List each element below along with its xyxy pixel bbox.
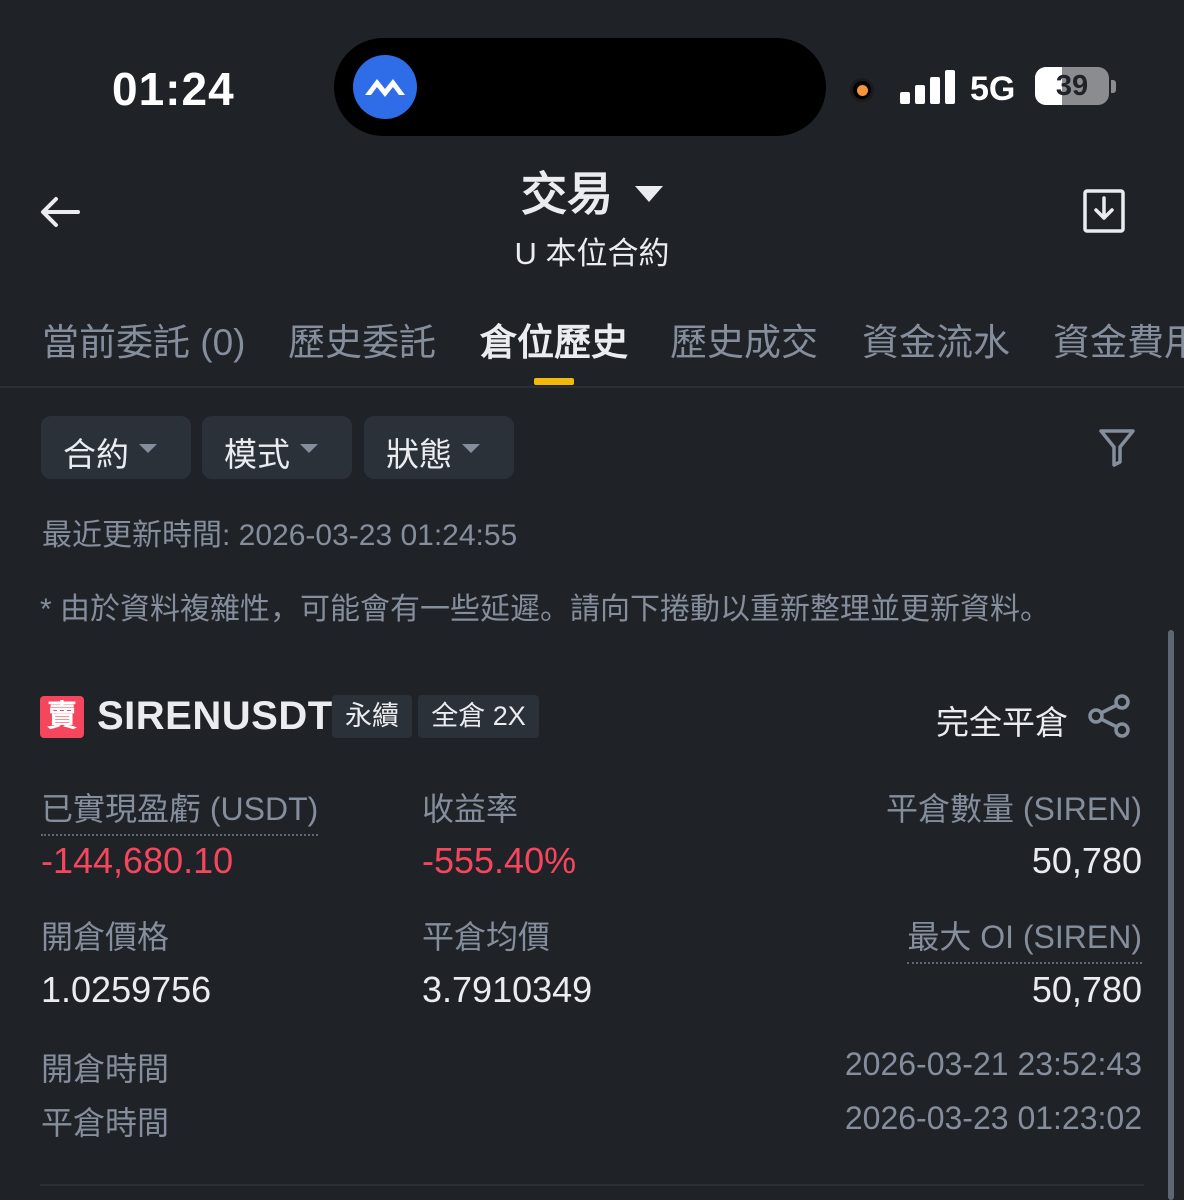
page-title: 交易: [521, 168, 613, 220]
close-time-label: 平倉時間: [41, 1105, 170, 1141]
delay-notice: * 由於資料複雜性，可能會有一些延遲。請向下捲動以重新整理並更新資料。: [40, 593, 1051, 626]
tab-order-history[interactable]: 歷史委託: [288, 312, 436, 366]
entry-price-label: 開倉價格: [41, 919, 170, 955]
tab-open-orders[interactable]: 當前委託 (0): [42, 312, 246, 366]
status-time: 01:24: [112, 63, 235, 115]
max-oi-label[interactable]: 最大 OI (SIREN): [907, 912, 1142, 964]
realized-pnl-value: -144,680.10: [41, 840, 234, 881]
roi-label: 收益率: [422, 791, 519, 827]
open-time-label: 開倉時間: [41, 1051, 170, 1087]
filter-mode-dropdown[interactable]: 模式: [202, 416, 352, 479]
scrollbar[interactable]: [1168, 630, 1174, 1200]
filter-mode-label: 模式: [224, 436, 290, 473]
share-icon[interactable]: [1086, 692, 1134, 740]
filter-contract-dropdown[interactable]: 合約: [41, 416, 191, 479]
tab-position-history[interactable]: 倉位歷史: [480, 312, 628, 366]
chevron-down-icon: [139, 444, 157, 453]
privacy-indicator-icon: [850, 78, 874, 102]
close-qty-label: 平倉數量 (SIREN): [885, 791, 1142, 827]
avg-close-price-value: 3.7910349: [422, 969, 593, 1010]
divider: [0, 386, 1184, 388]
battery-level: 39: [1055, 70, 1089, 102]
active-tab-indicator: [534, 378, 574, 385]
network-type: 5G: [970, 70, 1016, 108]
perpetual-tag: 永續: [332, 695, 412, 738]
realized-pnl-label[interactable]: 已實現盈虧 (USDT): [41, 784, 319, 836]
tab-funding-fee[interactable]: 資金費用: [1053, 312, 1184, 366]
page-subtitle: U 本位合約: [514, 236, 670, 271]
chevron-down-icon: [300, 444, 318, 453]
filter-status-dropdown[interactable]: 狀態: [364, 416, 514, 479]
divider: [40, 1184, 1144, 1186]
max-oi-value: 50,780: [1031, 969, 1142, 1010]
close-time-value: 2026-03-23 01:23:02: [844, 1100, 1142, 1136]
app-badge-icon: [353, 55, 417, 119]
avg-close-price-label: 平倉均價: [422, 919, 551, 955]
entry-price-value: 1.0259756: [41, 969, 212, 1010]
download-icon[interactable]: [1082, 186, 1126, 236]
chevron-down-icon: [462, 444, 480, 453]
margin-mode-tag: 全倉 2X: [418, 695, 539, 738]
roi-value: -555.40%: [422, 840, 577, 881]
page-title-dropdown[interactable]: 交易: [0, 158, 1184, 224]
side-badge: 賣: [40, 696, 84, 738]
cellular-signal-icon: [900, 70, 956, 104]
close-qty-value: 50,780: [1031, 840, 1142, 881]
position-symbol[interactable]: SIRENUSDT: [97, 694, 333, 739]
last-updated-text: 最近更新時間: 2026-03-23 01:24:55: [42, 519, 518, 552]
battery-cap: [1111, 80, 1116, 93]
tab-trade-history[interactable]: 歷史成交: [670, 312, 818, 366]
filter-status-label: 狀態: [386, 436, 452, 473]
close-status: 完全平倉: [936, 704, 1068, 741]
chevron-down-icon: [635, 185, 663, 202]
filter-contract-label: 合約: [63, 436, 129, 473]
filter-funnel-icon[interactable]: [1098, 427, 1136, 467]
open-time-value: 2026-03-21 23:52:43: [844, 1046, 1142, 1082]
tab-transaction-history[interactable]: 資金流水: [862, 312, 1010, 366]
battery-icon: 39: [1035, 67, 1109, 105]
